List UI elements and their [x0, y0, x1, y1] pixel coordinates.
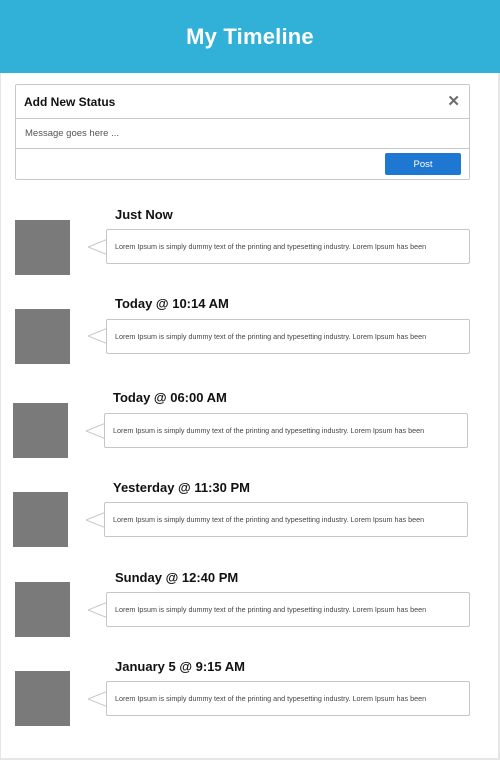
status-message-text: Lorem Ipsum is simply dummy text of the …	[115, 332, 427, 341]
message-input[interactable]	[16, 119, 469, 149]
avatar	[13, 403, 68, 458]
status-message: Lorem Ipsum is simply dummy text of the …	[104, 502, 468, 537]
status-message-text: Lorem Ipsum is simply dummy text of the …	[115, 605, 427, 614]
add-status-header: Add New Status ✕	[16, 85, 469, 119]
post-row: Post	[16, 149, 469, 179]
status-message: Lorem Ipsum is simply dummy text of the …	[106, 681, 470, 716]
entry-timestamp: Sunday @ 12:40 PM	[115, 570, 239, 585]
avatar	[15, 220, 70, 275]
speech-tail-icon	[86, 422, 106, 440]
close-icon[interactable]: ✕	[447, 94, 460, 109]
status-message-text: Lorem Ipsum is simply dummy text of the …	[115, 242, 427, 251]
speech-tail-icon	[88, 327, 108, 345]
status-message-text: Lorem Ipsum is simply dummy text of the …	[115, 694, 427, 703]
speech-tail-icon	[88, 601, 108, 619]
entry-timestamp: Just Now	[115, 207, 173, 222]
status-message-text: Lorem Ipsum is simply dummy text of the …	[113, 515, 425, 524]
post-button[interactable]: Post	[385, 153, 461, 175]
speech-tail-icon	[88, 690, 108, 708]
status-message: Lorem Ipsum is simply dummy text of the …	[106, 592, 470, 627]
avatar	[15, 671, 70, 726]
speech-tail-icon	[86, 511, 106, 529]
page-title: My Timeline	[186, 23, 314, 49]
status-message: Lorem Ipsum is simply dummy text of the …	[104, 413, 468, 448]
entry-timestamp: Yesterday @ 11:30 PM	[113, 480, 250, 495]
avatar	[15, 309, 70, 364]
entry-timestamp: Today @ 06:00 AM	[113, 390, 227, 405]
avatar	[15, 582, 70, 637]
speech-tail-icon	[88, 238, 108, 256]
entry-timestamp: Today @ 10:14 AM	[115, 296, 229, 311]
status-message: Lorem Ipsum is simply dummy text of the …	[106, 229, 470, 264]
entry-timestamp: January 5 @ 9:15 AM	[115, 659, 245, 674]
app-header: My Timeline	[0, 0, 500, 73]
add-status-title: Add New Status	[24, 94, 116, 109]
status-message-text: Lorem Ipsum is simply dummy text of the …	[113, 426, 425, 435]
status-message: Lorem Ipsum is simply dummy text of the …	[106, 319, 470, 354]
avatar	[13, 492, 68, 547]
add-status-panel: Add New Status ✕ Post	[15, 84, 470, 180]
